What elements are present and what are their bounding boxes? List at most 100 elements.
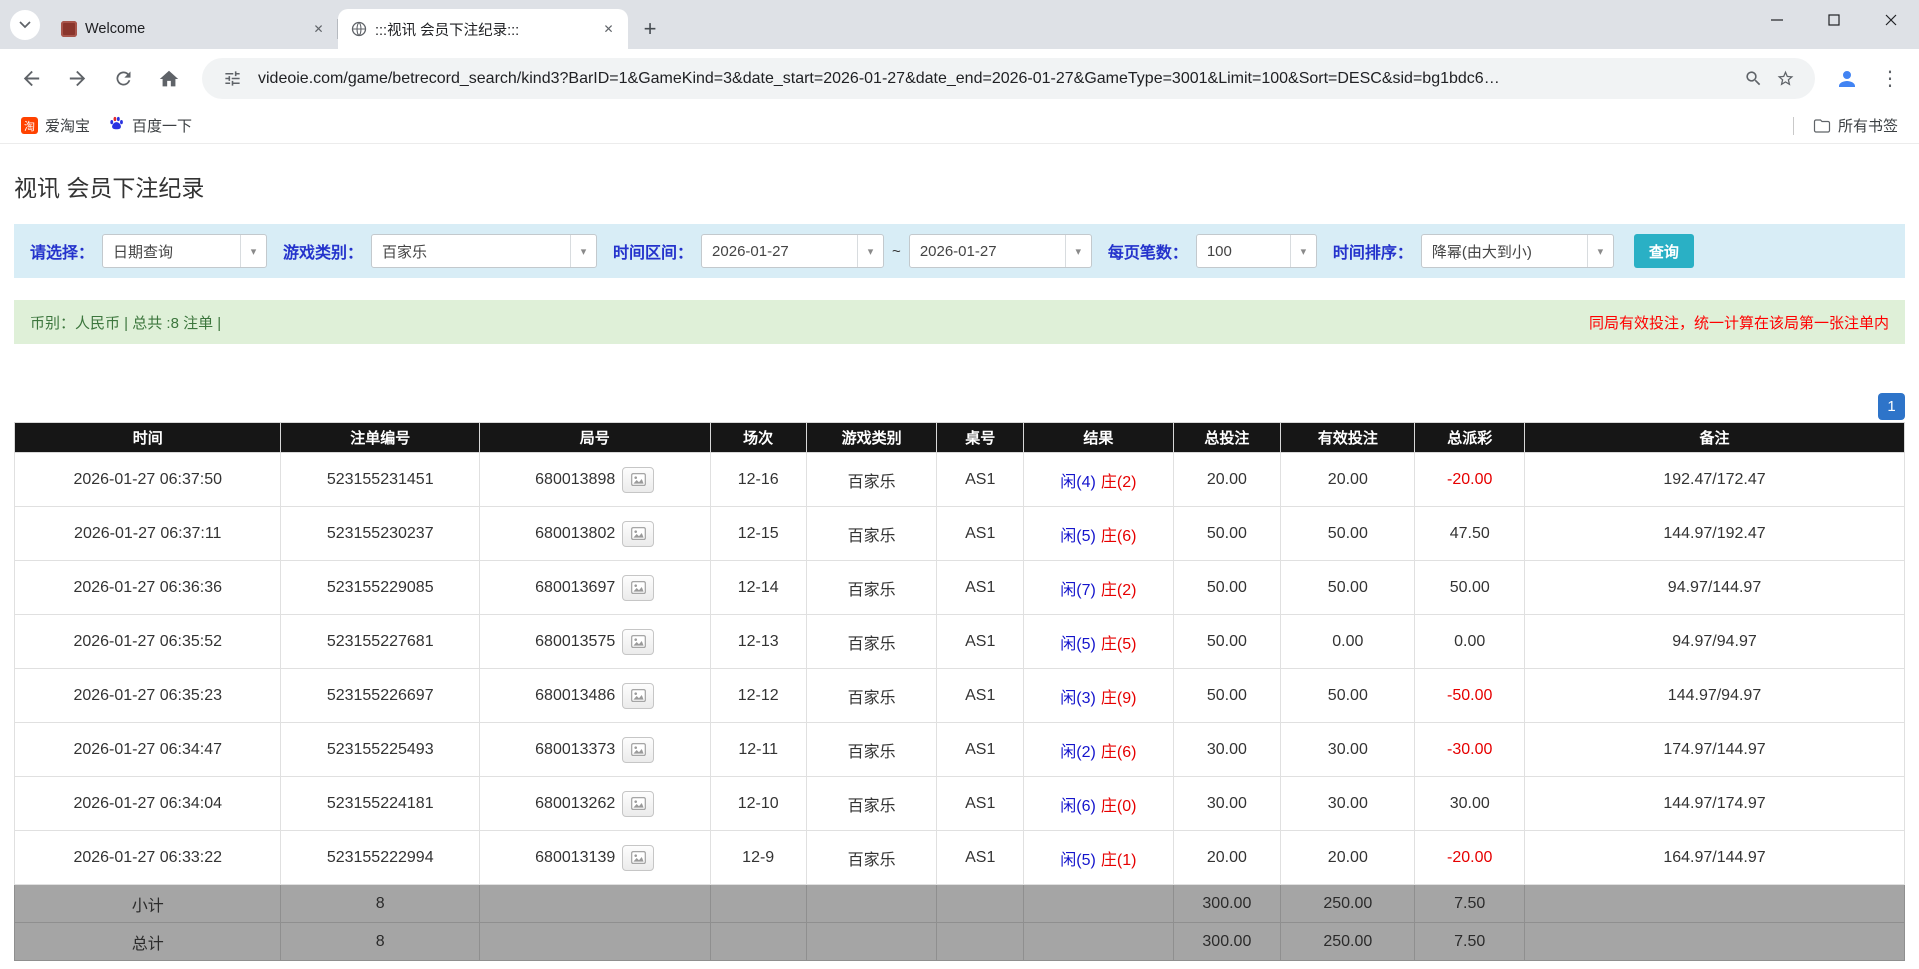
cell-note: 192.47/172.47 bbox=[1525, 453, 1905, 507]
new-tab-button[interactable]: + bbox=[634, 13, 666, 45]
table-header-cell: 场次 bbox=[710, 423, 806, 453]
per-page-label: 每页笔数： bbox=[1108, 239, 1188, 263]
cell-bet-id: 523155229085 bbox=[281, 561, 479, 615]
tab-search-button[interactable] bbox=[10, 10, 40, 40]
dropdown-arrow-icon[interactable]: ▾ bbox=[1587, 235, 1613, 267]
round-replay-button[interactable] bbox=[622, 467, 654, 493]
cell-valid-bet: 50.00 bbox=[1281, 561, 1415, 615]
date-end-select[interactable]: 2026-01-27 ▾ bbox=[909, 234, 1092, 268]
tab-strip: Welcome ✕ :::视讯 会员下注纪录::: ✕ + bbox=[0, 0, 1919, 49]
dropdown-arrow-icon[interactable]: ▾ bbox=[240, 235, 266, 267]
browser-toolbar: videoie.com/game/betrecord_search/kind3?… bbox=[0, 49, 1919, 108]
game-kind-label: 游戏类别： bbox=[283, 239, 363, 263]
maximize-icon bbox=[1828, 14, 1840, 26]
total-payout: 7.50 bbox=[1415, 923, 1525, 961]
total-count: 8 bbox=[281, 923, 479, 961]
sort-select[interactable]: 降幂(由大到小) ▾ bbox=[1421, 234, 1614, 268]
close-button[interactable] bbox=[1862, 0, 1919, 40]
table-row: 2026-01-27 06:37:11 523155230237 6800138… bbox=[15, 507, 1905, 561]
cell-time: 2026-01-27 06:36:36 bbox=[15, 561, 281, 615]
summary-bar: 币别：人民币 | 总共 :8 注单 | 同局有效投注，统一计算在该局第一张注单内 bbox=[14, 300, 1905, 344]
empty-cell bbox=[710, 923, 806, 961]
round-replay-button[interactable] bbox=[622, 845, 654, 871]
bet-records-table: 时间注单编号局号场次游戏类别桌号结果总投注有效投注总派彩备注 2026-01-2… bbox=[14, 422, 1905, 961]
forward-arrow-icon bbox=[66, 67, 89, 90]
round-replay-button[interactable] bbox=[622, 683, 654, 709]
cell-note: 94.97/144.97 bbox=[1525, 561, 1905, 615]
empty-cell bbox=[806, 885, 936, 923]
cell-bet-id: 523155225493 bbox=[281, 723, 479, 777]
round-id: 680013697 bbox=[535, 579, 615, 597]
home-icon bbox=[158, 68, 180, 90]
total-label: 总计 bbox=[15, 923, 281, 961]
result-banker: 庄(6) bbox=[1101, 744, 1137, 761]
dropdown-arrow-icon[interactable]: ▾ bbox=[857, 235, 883, 267]
cell-valid-bet: 30.00 bbox=[1281, 777, 1415, 831]
back-button[interactable] bbox=[10, 58, 52, 100]
date-start-select[interactable]: 2026-01-27 ▾ bbox=[701, 234, 884, 268]
url-text[interactable]: videoie.com/game/betrecord_search/kind3?… bbox=[258, 70, 1737, 88]
cell-result: 闲(5)庄(5) bbox=[1024, 615, 1173, 669]
round-replay-button[interactable] bbox=[622, 629, 654, 655]
browser-menu-button[interactable]: ⋮ bbox=[1871, 59, 1909, 99]
minimize-button[interactable] bbox=[1748, 0, 1805, 40]
cell-round: 680013486 bbox=[479, 669, 710, 723]
search-button[interactable]: 查询 bbox=[1634, 234, 1694, 268]
profile-button[interactable] bbox=[1827, 59, 1867, 99]
forward-button[interactable] bbox=[56, 58, 98, 100]
subtotal-payout: 7.50 bbox=[1415, 885, 1525, 923]
bookmark-aitaobao[interactable]: 淘 爱淘宝 bbox=[12, 111, 99, 140]
result-player: 闲(5) bbox=[1060, 636, 1096, 653]
welcome-favicon-icon bbox=[60, 21, 77, 38]
all-bookmarks-button[interactable]: 所有书签 bbox=[1804, 111, 1907, 140]
round-replay-button[interactable] bbox=[622, 575, 654, 601]
cell-session: 12-13 bbox=[710, 615, 806, 669]
round-replay-button[interactable] bbox=[622, 791, 654, 817]
round-id: 680013373 bbox=[535, 741, 615, 759]
round-replay-button[interactable] bbox=[622, 737, 654, 763]
sort-value: 降幂(由大到小) bbox=[1422, 235, 1587, 267]
round-replay-button[interactable] bbox=[622, 521, 654, 547]
refresh-button[interactable] bbox=[102, 58, 144, 100]
tab-close-icon[interactable]: ✕ bbox=[309, 20, 328, 39]
dropdown-arrow-icon[interactable]: ▾ bbox=[1290, 235, 1316, 267]
cell-table-no: AS1 bbox=[937, 507, 1024, 561]
bookmark-baidu[interactable]: 百度一下 bbox=[99, 111, 201, 140]
result-banker: 庄(0) bbox=[1101, 798, 1137, 815]
home-button[interactable] bbox=[148, 58, 190, 100]
globe-favicon-icon bbox=[350, 21, 367, 38]
table-row: 2026-01-27 06:36:36 523155229085 6800136… bbox=[15, 561, 1905, 615]
tab-welcome[interactable]: Welcome ✕ bbox=[48, 9, 338, 49]
site-controls-icon[interactable] bbox=[216, 63, 248, 95]
tab-close-icon[interactable]: ✕ bbox=[599, 20, 618, 39]
cell-session: 12-11 bbox=[710, 723, 806, 777]
subtotal-count: 8 bbox=[281, 885, 479, 923]
bookmark-star-icon[interactable] bbox=[1769, 63, 1801, 95]
game-kind-select[interactable]: 百家乐 ▾ bbox=[371, 234, 597, 268]
table-row: 2026-01-27 06:35:23 523155226697 6800134… bbox=[15, 669, 1905, 723]
zoom-icon[interactable] bbox=[1737, 63, 1769, 95]
empty-cell bbox=[1024, 923, 1173, 961]
cell-total-bet: 20.00 bbox=[1173, 831, 1281, 885]
dropdown-arrow-icon[interactable]: ▾ bbox=[1065, 235, 1091, 267]
maximize-button[interactable] bbox=[1805, 0, 1862, 40]
page-1-button[interactable]: 1 bbox=[1878, 393, 1905, 420]
cell-valid-bet: 30.00 bbox=[1281, 723, 1415, 777]
result-player: 闲(6) bbox=[1060, 798, 1096, 815]
dropdown-arrow-icon[interactable]: ▾ bbox=[570, 235, 596, 267]
cell-result: 闲(6) 庄(0) bbox=[1024, 777, 1173, 831]
table-header-cell: 注单编号 bbox=[281, 423, 479, 453]
cell-time: 2026-01-27 06:34:47 bbox=[15, 723, 281, 777]
cell-payout: -20.00 bbox=[1415, 831, 1525, 885]
query-type-value: 日期查询 bbox=[103, 235, 240, 267]
result-player: 闲(2) bbox=[1060, 744, 1096, 761]
page-title: 视讯 会员下注纪录 bbox=[14, 169, 1905, 203]
cell-time: 2026-01-27 06:37:50 bbox=[15, 453, 281, 507]
tab-betrecord[interactable]: :::视讯 会员下注纪录::: ✕ bbox=[338, 9, 628, 49]
window-controls bbox=[1748, 0, 1919, 40]
url-bar[interactable]: videoie.com/game/betrecord_search/kind3?… bbox=[202, 58, 1815, 99]
taobao-icon: 淘 bbox=[21, 117, 38, 134]
per-page-select[interactable]: 100 ▾ bbox=[1196, 234, 1317, 268]
query-type-select[interactable]: 日期查询 ▾ bbox=[102, 234, 267, 268]
result-player: 闲(4) bbox=[1060, 474, 1096, 491]
